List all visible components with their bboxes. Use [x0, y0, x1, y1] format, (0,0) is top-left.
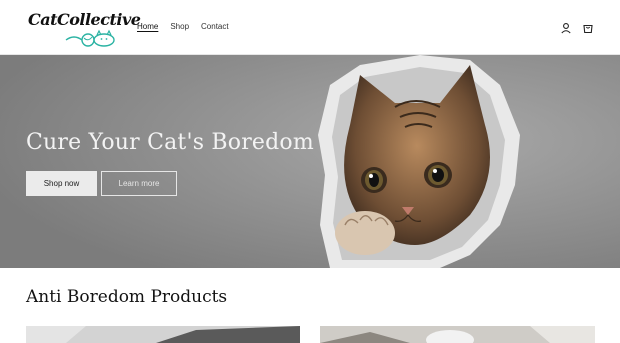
- brand-logo[interactable]: CatCollective: [28, 8, 141, 48]
- nav-item-home[interactable]: Home: [137, 22, 158, 31]
- logo-text: CatCollective: [28, 10, 141, 29]
- site-header: CatCollective Home Shop Contact: [0, 0, 620, 55]
- cart-icon[interactable]: [582, 21, 594, 34]
- nav-item-shop[interactable]: Shop: [170, 22, 189, 31]
- product-image: [26, 326, 300, 343]
- hero-title: Cure Your Cat's Boredom: [26, 130, 314, 155]
- account-icon[interactable]: [560, 21, 572, 34]
- product-image: [320, 326, 595, 343]
- shop-now-button[interactable]: Shop now: [26, 171, 97, 196]
- learn-more-button[interactable]: Learn more: [101, 171, 177, 196]
- section-title: Anti Boredom Products: [26, 287, 228, 307]
- cat-yarn-logo-icon: [65, 29, 115, 47]
- product-card[interactable]: [26, 326, 300, 343]
- hero-banner: Cure Your Cat's Boredom Shop now Learn m…: [0, 55, 620, 268]
- hero-cat-image: [0, 55, 620, 268]
- header-actions: [560, 21, 594, 34]
- nav-item-contact[interactable]: Contact: [201, 22, 229, 31]
- product-card[interactable]: [320, 326, 595, 343]
- main-nav: Home Shop Contact: [137, 22, 229, 31]
